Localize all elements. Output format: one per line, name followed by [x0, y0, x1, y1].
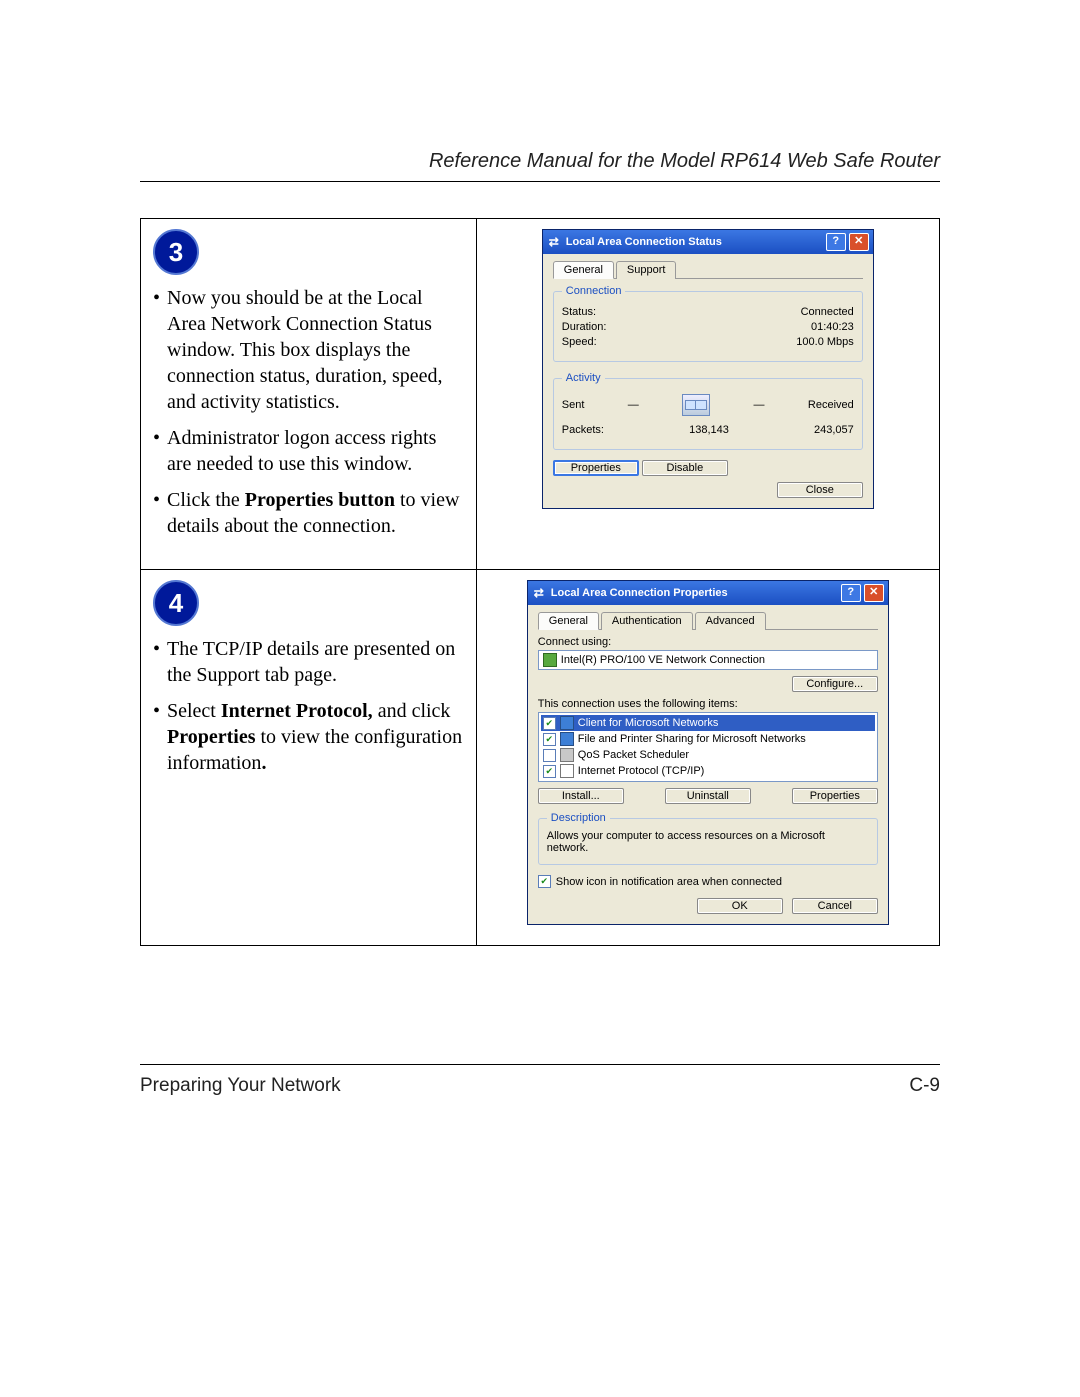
- tab-authentication[interactable]: Authentication: [601, 612, 693, 630]
- items-label: This connection uses the following items…: [538, 698, 878, 710]
- adapter-icon: [543, 653, 557, 667]
- dialog-title: Local Area Connection Status: [566, 236, 823, 248]
- tab-general[interactable]: General: [553, 261, 614, 279]
- close-button[interactable]: Close: [777, 482, 863, 498]
- qos-icon: [560, 748, 574, 762]
- tab-support[interactable]: Support: [616, 261, 677, 279]
- dialog-connection-properties: ⇄ Local Area Connection Properties ? ✕ G…: [527, 580, 889, 925]
- list-item: ✔Internet Protocol (TCP/IP): [541, 763, 875, 779]
- step-3-text: •Now you should be at the Local Area Net…: [153, 285, 464, 539]
- tcpip-icon: [560, 764, 574, 778]
- footer-left: Preparing Your Network: [140, 1075, 341, 1097]
- properties-button[interactable]: Properties: [553, 460, 639, 476]
- configure-button[interactable]: Configure...: [792, 676, 878, 692]
- network-icon: ⇄: [532, 586, 546, 600]
- client-icon: [560, 716, 574, 730]
- activity-icon: [682, 394, 710, 416]
- step-3-badge: 3: [153, 229, 199, 275]
- close-icon[interactable]: ✕: [849, 233, 869, 251]
- group-activity: Activity Sent — — Received Packets: 138,…: [553, 372, 863, 450]
- group-connection: Connection Status:Connected Duration:01:…: [553, 285, 863, 362]
- tab-advanced[interactable]: Advanced: [695, 612, 766, 630]
- footer-right: C-9: [909, 1075, 940, 1097]
- uninstall-button[interactable]: Uninstall: [665, 788, 751, 804]
- install-button[interactable]: Install...: [538, 788, 624, 804]
- help-button[interactable]: ?: [826, 233, 846, 251]
- dialog-connection-status: ⇄ Local Area Connection Status ? ✕ Gener…: [542, 229, 874, 509]
- properties-button[interactable]: Properties: [792, 788, 878, 804]
- group-description: Description Allows your computer to acce…: [538, 812, 878, 865]
- close-icon[interactable]: ✕: [864, 584, 884, 602]
- list-item: ✔Client for Microsoft Networks: [541, 715, 875, 731]
- adapter-field: Intel(R) PRO/100 VE Network Connection: [538, 650, 878, 670]
- share-icon: [560, 732, 574, 746]
- tab-general[interactable]: General: [538, 612, 599, 630]
- page-header: Reference Manual for the Model RP614 Web…: [140, 150, 940, 182]
- list-item: ✔QoS Packet Scheduler: [541, 747, 875, 763]
- network-icon: ⇄: [547, 235, 561, 249]
- disable-button[interactable]: Disable: [642, 460, 728, 476]
- connect-using-label: Connect using:: [538, 636, 878, 648]
- dialog-title: Local Area Connection Properties: [551, 587, 838, 599]
- components-list[interactable]: ✔Client for Microsoft Networks ✔File and…: [538, 712, 878, 782]
- ok-button[interactable]: OK: [697, 898, 783, 914]
- step-4-text: •The TCP/IP details are presented on the…: [153, 636, 464, 776]
- list-item: ✔File and Printer Sharing for Microsoft …: [541, 731, 875, 747]
- cancel-button[interactable]: Cancel: [792, 898, 878, 914]
- help-button[interactable]: ?: [841, 584, 861, 602]
- steps-table: 3 •Now you should be at the Local Area N…: [140, 218, 940, 946]
- notify-checkbox[interactable]: ✔Show icon in notification area when con…: [538, 875, 878, 888]
- step-4-badge: 4: [153, 580, 199, 626]
